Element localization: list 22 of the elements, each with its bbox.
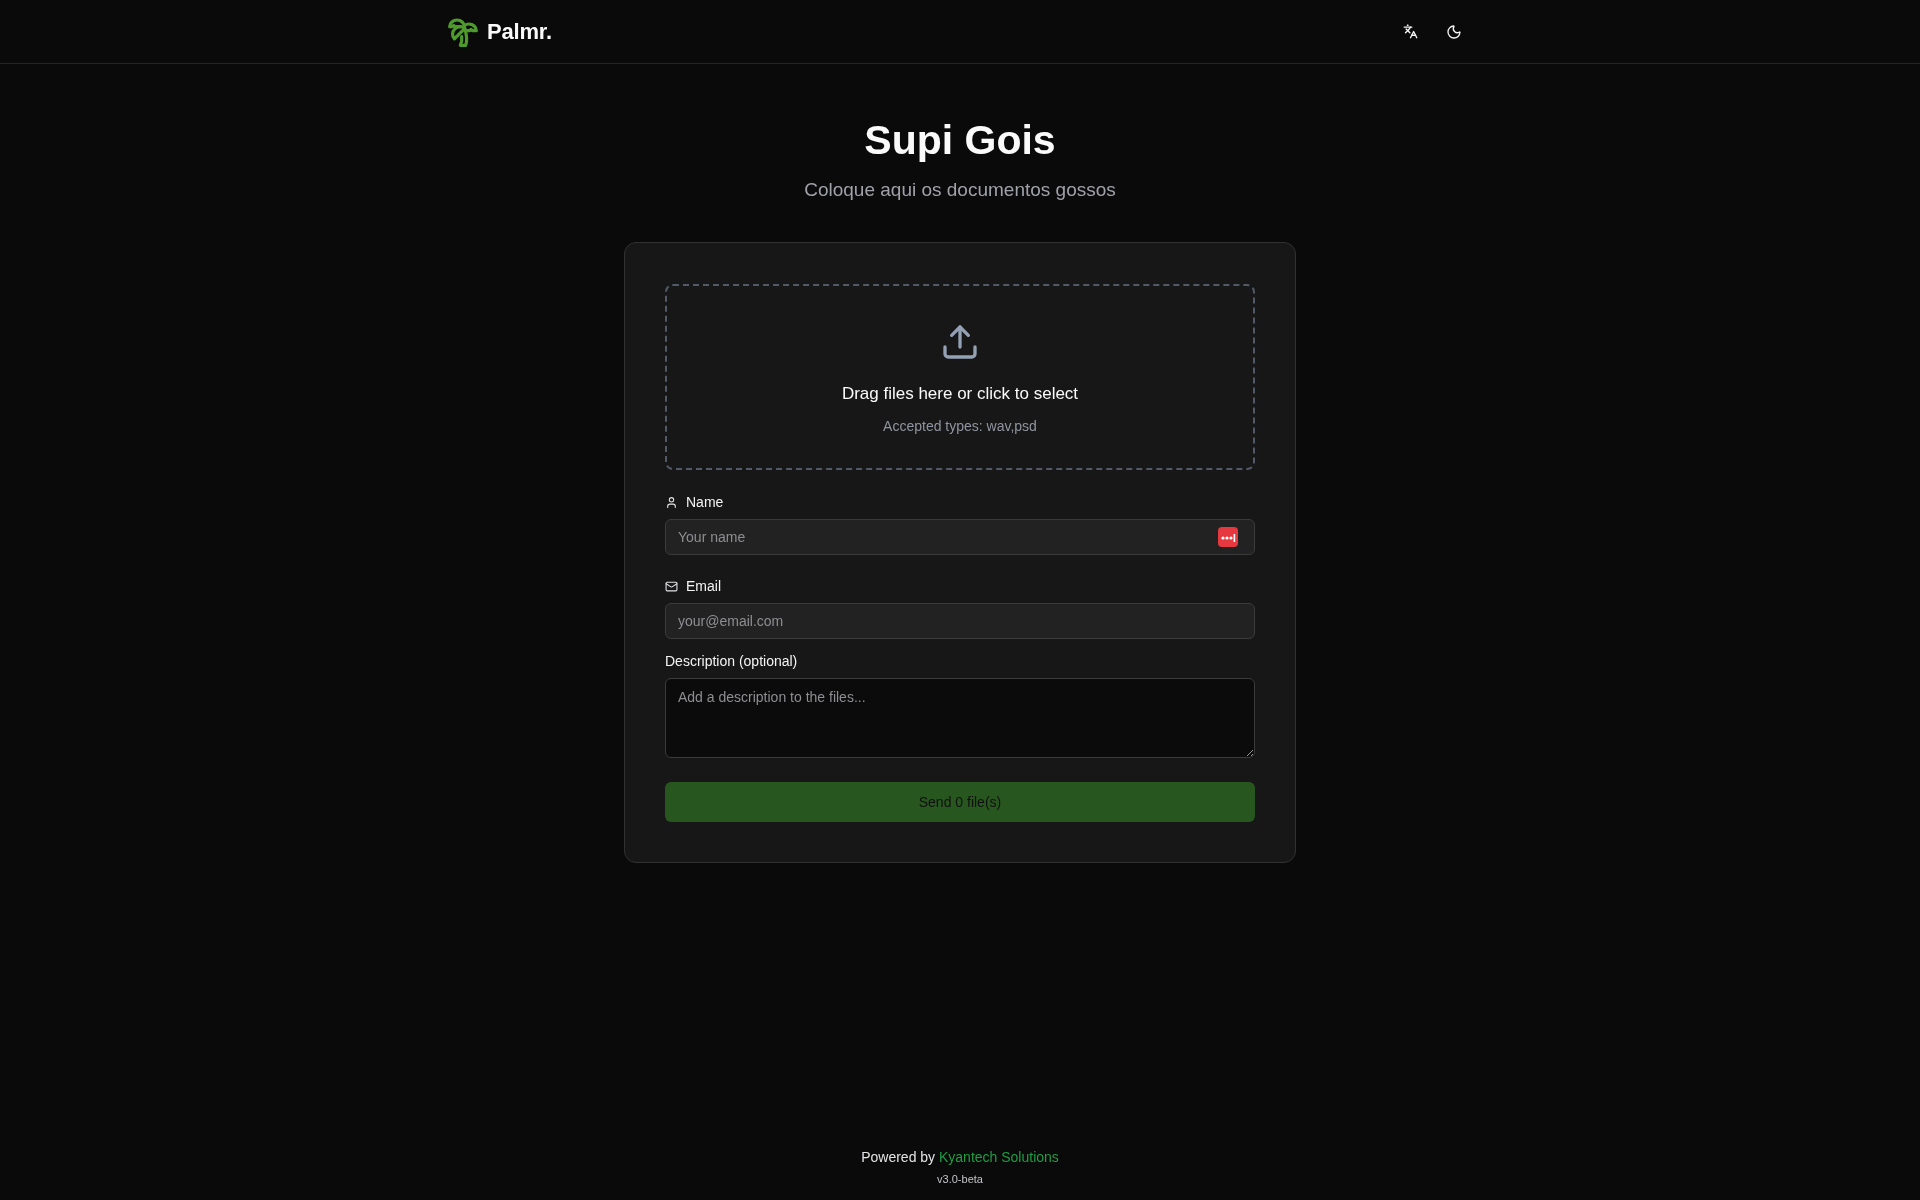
translate-icon bbox=[1402, 24, 1418, 39]
palm-tree-logo-icon bbox=[447, 15, 479, 48]
person-icon bbox=[665, 495, 678, 509]
page-subtitle: Coloque aqui os documentos gossos bbox=[804, 178, 1116, 202]
email-input[interactable]: your@email.com bbox=[665, 603, 1255, 639]
upload-icon bbox=[940, 322, 980, 362]
version-text: v3.0-beta bbox=[937, 1172, 983, 1187]
dropzone-prompt: Drag files here or click to select bbox=[841, 383, 1079, 405]
autofill-icon[interactable] bbox=[1218, 527, 1238, 547]
accepted-types-text: Accepted types: wav,psd bbox=[883, 417, 1037, 436]
name-input[interactable]: Your name bbox=[665, 519, 1255, 555]
powered-by-text: Powered by Kyantech Solutions bbox=[861, 1148, 1059, 1167]
brand-name: Palmr. bbox=[487, 18, 552, 45]
page-title: Supi Gois bbox=[864, 116, 1056, 164]
field-label: Name bbox=[686, 493, 724, 512]
file-dropzone[interactable]: Drag files here or click to select Accepted types: wav,psd bbox=[665, 284, 1255, 470]
company-link[interactable]: Kyantech Solutions bbox=[939, 1149, 1059, 1165]
envelope-icon bbox=[665, 579, 678, 593]
description-textarea[interactable]: Add a description to the files... bbox=[665, 678, 1255, 758]
moon-icon bbox=[1446, 23, 1462, 40]
field-label: Description (optional) bbox=[665, 652, 798, 671]
field-label: Email bbox=[686, 577, 721, 596]
